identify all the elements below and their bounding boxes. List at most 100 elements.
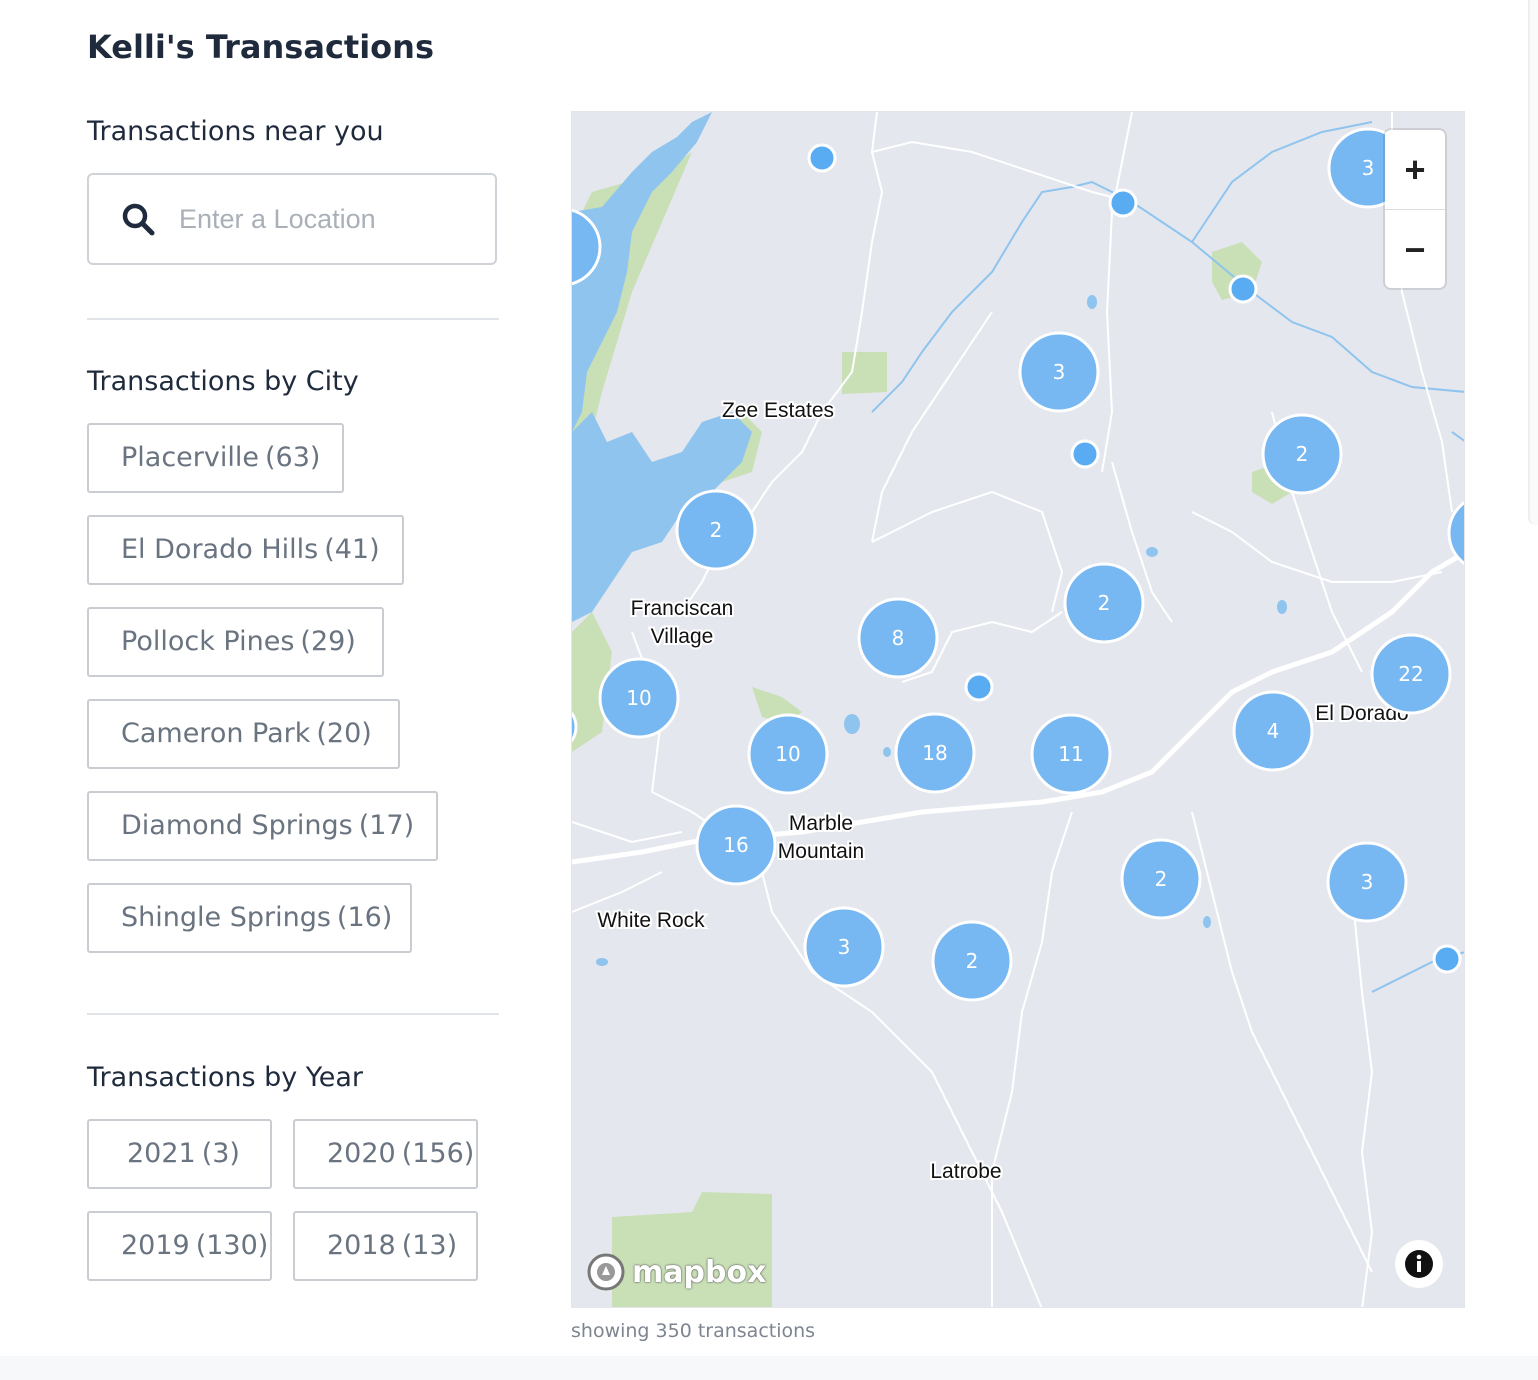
city-count: (20) bbox=[316, 718, 372, 749]
pond bbox=[1203, 916, 1211, 928]
cluster-count: 3 bbox=[1053, 360, 1066, 384]
zoom-in-button[interactable]: + bbox=[1385, 130, 1445, 209]
road bbox=[1351, 891, 1374, 1307]
cluster-count: 10 bbox=[775, 742, 800, 766]
pond bbox=[1146, 547, 1158, 557]
pond bbox=[883, 747, 891, 757]
place-label: Mountain bbox=[778, 840, 864, 863]
cluster-count: 2 bbox=[1098, 591, 1111, 615]
transaction-marker[interactable] bbox=[1432, 944, 1462, 974]
mapbox-logo[interactable]: mapbox bbox=[586, 1252, 766, 1292]
transaction-cluster[interactable]: 3 bbox=[1326, 841, 1408, 923]
transaction-cluster[interactable]: 18 bbox=[894, 712, 976, 794]
cluster-count: 2 bbox=[710, 518, 723, 542]
transaction-cluster[interactable]: 3 bbox=[803, 906, 885, 988]
year-filter-2018[interactable]: 2018 (13) bbox=[293, 1211, 478, 1281]
transaction-cluster[interactable]: 10 bbox=[747, 713, 829, 795]
city-label: Placerville bbox=[121, 442, 259, 473]
city-label: Shingle Springs bbox=[121, 902, 331, 933]
city-label: El Dorado Hills bbox=[121, 534, 319, 565]
place-label: Marble bbox=[789, 812, 853, 835]
transactions-map[interactable]: Zee Estates Franciscan Village Marble Mo… bbox=[571, 111, 1465, 1308]
transaction-cluster[interactable]: 11 bbox=[1030, 713, 1112, 795]
year-label: 2019 bbox=[121, 1230, 190, 1261]
cluster-count: 3 bbox=[1361, 870, 1374, 894]
zoom-control: + − bbox=[1385, 130, 1445, 288]
city-label: Diamond Springs bbox=[121, 810, 353, 841]
city-filter-diamond-springs[interactable]: Diamond Springs (17) bbox=[87, 791, 438, 861]
transaction-cluster[interactable]: 2 bbox=[931, 920, 1013, 1002]
zoom-out-button[interactable]: − bbox=[1385, 209, 1445, 288]
city-count: (63) bbox=[264, 442, 321, 473]
pond bbox=[1087, 295, 1097, 309]
road bbox=[991, 811, 1073, 1307]
year-count: (156) bbox=[401, 1138, 475, 1169]
year-heading: Transactions by Year bbox=[87, 1062, 363, 1093]
city-filter-cameron-park[interactable]: Cameron Park (20) bbox=[87, 699, 400, 769]
year-label: 2020 bbox=[327, 1138, 396, 1169]
map-canvas[interactable]: Zee Estates Franciscan Village Marble Mo… bbox=[572, 112, 1465, 1308]
transaction-marker[interactable] bbox=[1108, 188, 1138, 218]
location-search-input[interactable] bbox=[177, 202, 481, 236]
transaction-cluster[interactable]: 2 bbox=[1261, 413, 1343, 495]
transaction-marker[interactable] bbox=[1070, 439, 1100, 469]
city-filter-pollock-pines[interactable]: Pollock Pines (29) bbox=[87, 607, 384, 677]
city-filter-shingle-springs[interactable]: Shingle Springs (16) bbox=[87, 883, 412, 953]
place-label: Zee Estates bbox=[722, 399, 834, 422]
city-label: Pollock Pines bbox=[121, 626, 295, 657]
city-filter-placerville[interactable]: Placerville (63) bbox=[87, 423, 344, 493]
cluster-count: 8 bbox=[892, 626, 905, 650]
river bbox=[1451, 431, 1464, 442]
year-label: 2021 bbox=[127, 1138, 196, 1169]
year-filter-2021[interactable]: 2021 (3) bbox=[87, 1119, 272, 1189]
year-filter-2019[interactable]: 2019 (130) bbox=[87, 1211, 272, 1281]
river bbox=[871, 180, 1464, 413]
year-count: (130) bbox=[195, 1230, 269, 1261]
transaction-cluster[interactable]: 4 bbox=[1232, 690, 1314, 772]
transaction-cluster[interactable]: 22 bbox=[1370, 633, 1452, 715]
city-count: (17) bbox=[358, 810, 415, 841]
info-icon bbox=[1405, 1250, 1433, 1278]
transaction-cluster[interactable]: 2 bbox=[675, 489, 757, 571]
cluster-count: 16 bbox=[723, 833, 748, 857]
city-filter-el-dorado-hills[interactable]: El Dorado Hills (41) bbox=[87, 515, 404, 585]
transaction-marker[interactable] bbox=[964, 672, 994, 702]
mapbox-wordmark: mapbox bbox=[632, 1254, 767, 1290]
cluster-count: 3 bbox=[1362, 156, 1375, 180]
transaction-marker[interactable] bbox=[807, 143, 837, 173]
cluster-count: 22 bbox=[1398, 662, 1423, 686]
attribution-info-button[interactable] bbox=[1395, 1240, 1443, 1288]
cluster-count: 10 bbox=[626, 686, 651, 710]
transaction-cluster[interactable]: 16 bbox=[695, 804, 777, 886]
year-count: (3) bbox=[201, 1138, 240, 1169]
cluster-count: 2 bbox=[1155, 867, 1168, 891]
cluster-count: 2 bbox=[966, 949, 979, 973]
near-you-heading: Transactions near you bbox=[87, 116, 384, 147]
location-search[interactable] bbox=[87, 173, 497, 265]
page-title: Kelli's Transactions bbox=[87, 28, 434, 66]
transaction-cluster[interactable]: 2 bbox=[1120, 838, 1202, 920]
footer-band bbox=[0, 1356, 1538, 1380]
place-label: White Rock bbox=[597, 909, 705, 932]
search-icon bbox=[122, 203, 155, 236]
side-panel-edge bbox=[1528, 0, 1538, 525]
mapbox-icon bbox=[587, 1253, 625, 1291]
transaction-marker[interactable] bbox=[1228, 274, 1258, 304]
transaction-cluster[interactable]: 8 bbox=[857, 597, 939, 679]
place-label: Franciscan bbox=[631, 597, 734, 620]
road bbox=[572, 871, 663, 913]
city-heading: Transactions by City bbox=[87, 366, 359, 397]
transaction-cluster[interactable]: 3 bbox=[1018, 331, 1100, 413]
place-label: Latrobe bbox=[930, 1160, 1001, 1183]
divider bbox=[87, 1013, 499, 1015]
transaction-cluster[interactable]: 10 bbox=[598, 657, 680, 739]
transaction-cluster[interactable]: 2 bbox=[1063, 562, 1145, 644]
pond bbox=[844, 714, 860, 734]
divider bbox=[87, 318, 499, 320]
city-count: (16) bbox=[336, 902, 393, 933]
road bbox=[751, 831, 1043, 1307]
road bbox=[871, 140, 1133, 203]
year-filter-2020[interactable]: 2020 (156) bbox=[293, 1119, 478, 1189]
cluster-count: 3 bbox=[838, 935, 851, 959]
city-count: (41) bbox=[324, 534, 380, 565]
